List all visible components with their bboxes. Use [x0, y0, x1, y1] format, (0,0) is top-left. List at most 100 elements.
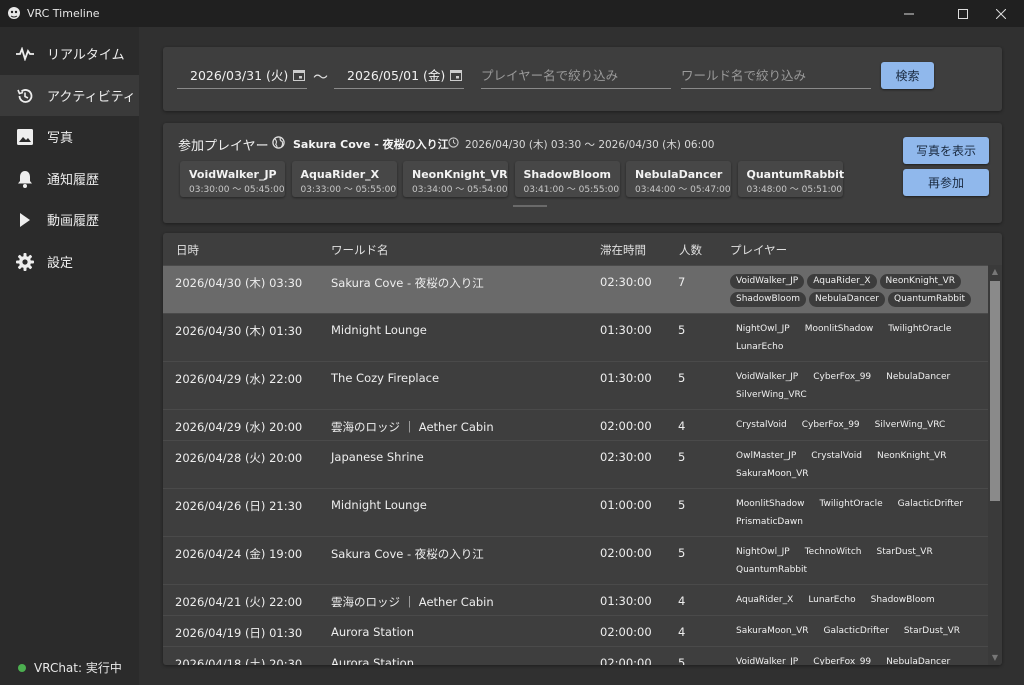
- player-tag: AquaRider_X: [807, 274, 877, 289]
- end-date-field[interactable]: 2026/05/01 (金): [334, 61, 464, 89]
- play-icon: [16, 211, 34, 229]
- player-tag: CyberFox_99: [813, 657, 872, 665]
- player-tag: TwilightOracle: [819, 499, 883, 509]
- participant-chip[interactable]: VoidWalker_JP 03:30:00 〜 05:45:00: [180, 161, 285, 197]
- gear-icon: [16, 252, 34, 271]
- pulse-icon: [16, 45, 34, 63]
- scrollbar-thumb[interactable]: [990, 281, 1000, 501]
- player-tag: NeonKnight_VR: [877, 451, 947, 461]
- player-tag: VoidWalker_JP: [736, 657, 799, 665]
- cell-date: 2026/04/19 (日) 01:30: [175, 626, 303, 640]
- cell-stay-time: 02:00:00: [600, 546, 652, 560]
- table-row[interactable]: 2026/04/26 (日) 21:30 Midnight Lounge 01:…: [163, 488, 988, 536]
- scroll-up-icon[interactable]: ▲: [991, 268, 999, 276]
- cell-date: 2026/04/30 (木) 01:30: [175, 324, 303, 338]
- participant-name: AquaRider_X: [300, 168, 380, 181]
- calendar-icon[interactable]: [293, 69, 305, 81]
- cell-date: 2026/04/30 (木) 03:30: [175, 276, 303, 290]
- table-row[interactable]: 2026/04/29 (水) 20:00 雲海のロッジ ｜ Aether Cab…: [163, 409, 988, 440]
- header-players[interactable]: プレイヤー: [730, 242, 787, 258]
- table-row[interactable]: 2026/04/30 (木) 03:30 Sakura Cove - 夜桜の入り…: [163, 265, 988, 313]
- participant-time: 03:30:00 〜 05:45:00: [189, 185, 285, 195]
- status-text: VRChat: 実行中: [34, 661, 122, 675]
- nav-item-settings[interactable]: 設定: [0, 241, 139, 282]
- cell-world: 雲海のロッジ ｜ Aether Cabin: [331, 595, 494, 609]
- start-date-field[interactable]: 2026/03/31 (火): [177, 61, 307, 89]
- participant-name: VoidWalker_JP: [189, 168, 277, 181]
- scroll-down-icon[interactable]: ▼: [991, 654, 999, 662]
- cell-player-count: 5: [678, 450, 686, 464]
- participant-chip[interactable]: AquaRider_X 03:33:00 〜 05:55:00: [291, 161, 397, 197]
- player-tag: MoonlitShadow: [804, 324, 874, 334]
- show-photos-button[interactable]: 写真を表示: [903, 137, 989, 164]
- participant-name: QuantumRabbit: [746, 168, 845, 181]
- image-icon: [16, 128, 34, 146]
- cell-player-count: 4: [678, 594, 686, 608]
- participant-name: ShadowBloom: [523, 168, 612, 181]
- table-row[interactable]: 2026/04/30 (木) 01:30 Midnight Lounge 01:…: [163, 313, 988, 361]
- cell-players: OwlMaster_JP CrystalVoid NeonKnight_VR S…: [730, 449, 980, 485]
- participant-time: 03:34:00 〜 05:54:00: [412, 185, 508, 195]
- table-row[interactable]: 2026/04/21 (火) 22:00 雲海のロッジ ｜ Aether Cab…: [163, 584, 988, 615]
- header-player-count[interactable]: 人数: [679, 242, 702, 258]
- vertical-scrollbar[interactable]: ▲ ▼: [988, 265, 1002, 665]
- cell-player-count: 5: [678, 546, 686, 560]
- world-filter-placeholder: ワールド名で絞り込み: [681, 68, 807, 83]
- header-date[interactable]: 日時: [176, 242, 199, 258]
- cell-world: Aurora Station: [331, 656, 414, 665]
- search-button[interactable]: 検索: [881, 62, 934, 89]
- player-tag: PrismaticDawn: [736, 517, 803, 527]
- world-filter-input[interactable]: ワールド名で絞り込み: [681, 61, 871, 89]
- participant-chip[interactable]: NeonKnight_VR 03:34:00 〜 05:54:00: [403, 161, 508, 197]
- horizontal-scrollbar[interactable]: [513, 205, 547, 207]
- header-stay-time[interactable]: 滞在時間: [600, 242, 646, 258]
- minimize-icon: [904, 13, 914, 14]
- player-tag: StarDust_VR: [903, 626, 961, 636]
- filter-panel: 2026/03/31 (火) 〜 2026/05/01 (金) プレイヤー名で絞…: [163, 47, 1002, 111]
- nav-item-realtime[interactable]: リアルタイム: [0, 33, 139, 74]
- table-row[interactable]: 2026/04/28 (火) 20:00 Japanese Shrine 02:…: [163, 440, 988, 488]
- player-tag: VoidWalker_JP: [730, 274, 805, 289]
- nav-item-videos[interactable]: 動画履歴: [0, 199, 139, 240]
- cell-world: Midnight Lounge: [331, 323, 427, 337]
- table-row[interactable]: 2026/04/19 (日) 01:30 Aurora Station 02:0…: [163, 615, 988, 646]
- close-button[interactable]: [978, 0, 1024, 27]
- player-tag: ShadowBloom: [870, 595, 935, 605]
- cell-players: VoidWalker_JP CyberFox_99 NebulaDancer: [730, 655, 980, 665]
- nav-item-photos[interactable]: 写真: [0, 116, 139, 157]
- participant-list: VoidWalker_JP 03:30:00 〜 05:45:00 AquaRi…: [180, 161, 849, 197]
- cell-stay-time: 01:30:00: [600, 594, 652, 608]
- player-filter-input[interactable]: プレイヤー名で絞り込み: [481, 61, 671, 89]
- calendar-icon[interactable]: [450, 69, 462, 81]
- cell-date: 2026/04/29 (水) 22:00: [175, 372, 303, 386]
- participant-chip[interactable]: QuantumRabbit 03:48:00 〜 05:51:00: [737, 161, 845, 197]
- cell-player-count: 5: [678, 656, 686, 665]
- participant-chip[interactable]: ShadowBloom 03:41:00 〜 05:55:00: [514, 161, 620, 197]
- player-tag: GalacticDrifter: [823, 626, 889, 636]
- player-tag: VoidWalker_JP: [736, 372, 799, 382]
- header-world[interactable]: ワールド名: [331, 242, 389, 258]
- cell-date: 2026/04/24 (金) 19:00: [175, 547, 303, 561]
- cell-stay-time: 02:00:00: [600, 419, 652, 433]
- table-row[interactable]: 2026/04/24 (金) 19:00 Sakura Cove - 夜桜の入り…: [163, 536, 988, 584]
- player-tag: QuantumRabbit: [736, 565, 808, 575]
- nav-label: 設定: [47, 256, 74, 271]
- player-tag: StarDust_VR: [876, 547, 933, 557]
- participant-chip[interactable]: NebulaDancer 03:44:00 〜 05:47:00: [626, 161, 731, 197]
- cell-date: 2026/04/26 (日) 21:30: [175, 499, 303, 513]
- minimize-button[interactable]: [886, 0, 932, 27]
- cell-players: SakuraMoon_VR GalacticDrifter StarDust_V…: [730, 624, 980, 642]
- nav-label: リアルタイム: [47, 48, 125, 63]
- player-tag: CrystalVoid: [736, 420, 787, 430]
- rejoin-button[interactable]: 再参加: [903, 169, 989, 196]
- cell-date: 2026/04/29 (水) 20:00: [175, 420, 303, 434]
- cell-world: 雲海のロッジ ｜ Aether Cabin: [331, 420, 494, 434]
- cell-player-count: 5: [678, 498, 686, 512]
- table-row[interactable]: 2026/04/29 (水) 22:00 The Cozy Fireplace …: [163, 361, 988, 409]
- cell-stay-time: 02:00:00: [600, 656, 652, 665]
- cell-players: NightOwl_JP MoonlitShadow TwilightOracle…: [730, 322, 980, 358]
- table-row[interactable]: 2026/04/18 (土) 20:30 Aurora Station 02:0…: [163, 646, 988, 665]
- nav-item-notifications[interactable]: 通知履歴: [0, 158, 139, 199]
- nav-item-activity[interactable]: アクティビティ: [0, 75, 139, 116]
- player-tag: GalacticDrifter: [897, 499, 963, 509]
